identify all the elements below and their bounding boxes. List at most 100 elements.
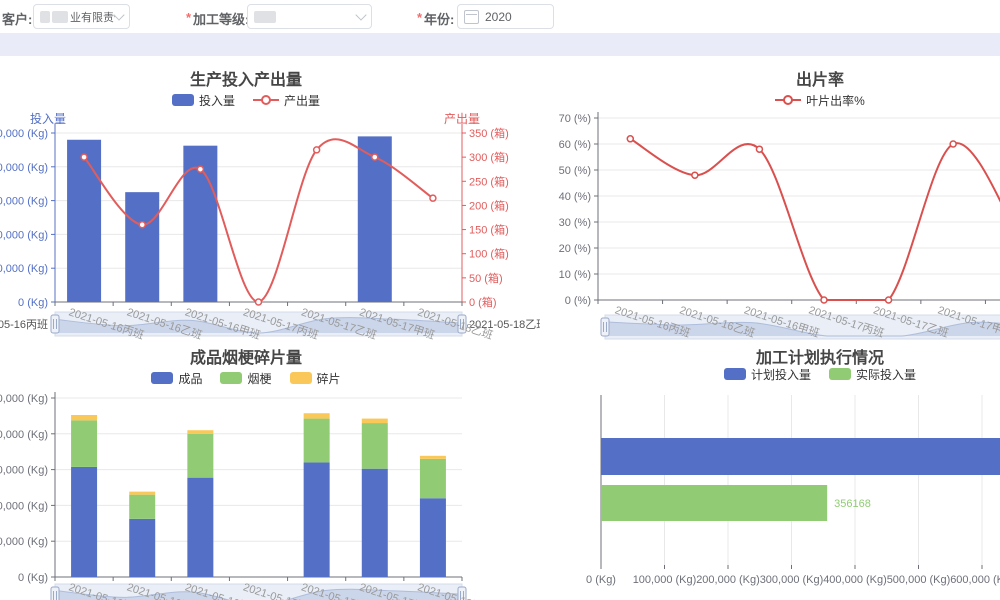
y-left-tick-label: 20,000 (Kg) bbox=[0, 263, 48, 275]
legend-item[interactable]: 实际投入量 bbox=[829, 366, 916, 383]
hbar-actual[interactable] bbox=[601, 485, 827, 521]
datazoom-start-label: 2021-05-16丙班 bbox=[0, 318, 48, 331]
bar-input[interactable] bbox=[125, 192, 159, 302]
legend-line-marker bbox=[775, 94, 801, 106]
line-point[interactable] bbox=[430, 195, 436, 201]
y-right-tick-label: 50 (箱) bbox=[469, 271, 503, 285]
legend-label: 产出量 bbox=[284, 92, 320, 109]
stacked-bar-烟梗[interactable] bbox=[304, 419, 330, 463]
stacked-bar-碎片[interactable] bbox=[129, 492, 155, 495]
line-point[interactable] bbox=[627, 136, 633, 142]
datazoom-handle[interactable] bbox=[51, 315, 59, 333]
chart-yield-rate-canvas[interactable]: 0 (%)10 (%)20 (%)30 (%)40 (%)50 (%)60 (%… bbox=[540, 110, 1000, 350]
stacked-bar-烟梗[interactable] bbox=[71, 420, 97, 467]
legend-line-marker bbox=[253, 94, 279, 106]
legend-label: 叶片出率% bbox=[806, 92, 865, 109]
line-point[interactable] bbox=[81, 154, 87, 160]
stacked-bar-成品[interactable] bbox=[362, 469, 388, 577]
chart-production-canvas[interactable]: 0 (Kg)20,000 (Kg)40,000 (Kg)60,000 (Kg)8… bbox=[0, 110, 540, 345]
y-tick-label: 60,000 (Kg) bbox=[0, 465, 48, 477]
filter-toolbar: 客户: 业有限责任公 * 加工等级: * 年份: 2020 bbox=[0, 0, 1000, 33]
stacked-bar-成品[interactable] bbox=[304, 462, 330, 577]
y-left-tick-label: 0 (Kg) bbox=[18, 297, 48, 309]
stacked-bar-烟梗[interactable] bbox=[129, 495, 155, 519]
legend-plan-exec: 计划投入量 实际投入量 bbox=[620, 366, 1000, 382]
x-tick-label: 0 (Kg) bbox=[586, 574, 616, 586]
stacked-bar-烟梗[interactable] bbox=[420, 459, 446, 498]
line-point[interactable] bbox=[256, 299, 262, 305]
x-tick-label: 200,000 (Kg) bbox=[696, 574, 760, 586]
redacted-text bbox=[254, 11, 276, 23]
customer-select[interactable]: 业有限责任公 bbox=[33, 4, 130, 29]
y-tick-label: 20,000 (Kg) bbox=[0, 536, 48, 548]
stacked-bar-碎片[interactable] bbox=[304, 413, 330, 418]
stacked-bar-烟梗[interactable] bbox=[187, 434, 213, 478]
bar-input[interactable] bbox=[358, 136, 392, 302]
stacked-bar-成品[interactable] bbox=[187, 478, 213, 577]
redacted-text bbox=[52, 11, 68, 23]
line-point[interactable] bbox=[314, 147, 320, 153]
line-point[interactable] bbox=[692, 172, 698, 178]
stacked-bar-成品[interactable] bbox=[129, 519, 155, 577]
legend-bar-marker bbox=[290, 372, 312, 384]
x-tick-label: 300,000 (Kg) bbox=[760, 574, 824, 586]
y-tick-label: 100,000 (Kg) bbox=[0, 393, 48, 405]
legend-stem-scrap: 成品 烟梗 碎片 bbox=[0, 370, 492, 386]
chart-title-plan-exec: 加工计划执行情况 bbox=[620, 344, 1000, 368]
chart-title-production: 生产投入产出量 bbox=[0, 66, 492, 90]
dashboard: 客户: 业有限责任公 * 加工等级: * 年份: 2020 生产投入产出量 出片… bbox=[0, 0, 1000, 600]
line-point[interactable] bbox=[197, 166, 203, 172]
legend-label: 计划投入量 bbox=[751, 366, 811, 383]
hbar-planned[interactable] bbox=[601, 438, 1000, 475]
legend-label: 烟梗 bbox=[247, 370, 271, 387]
bar-input[interactable] bbox=[67, 140, 101, 302]
legend-item[interactable]: 投入量 bbox=[172, 92, 235, 109]
line-point[interactable] bbox=[950, 141, 956, 147]
y-tick-label: 10 (%) bbox=[559, 269, 591, 281]
legend-item[interactable]: 产出量 bbox=[253, 92, 320, 109]
legend-item[interactable]: 成品 bbox=[151, 370, 202, 387]
legend-label: 成品 bbox=[178, 370, 202, 387]
calendar-icon bbox=[464, 10, 479, 24]
stacked-bar-成品[interactable] bbox=[71, 467, 97, 577]
line-point[interactable] bbox=[372, 154, 378, 160]
y-tick-label: 40,000 (Kg) bbox=[0, 500, 48, 512]
line-point[interactable] bbox=[756, 146, 762, 152]
legend-item[interactable]: 计划投入量 bbox=[724, 366, 811, 383]
y-tick-label: 80,000 (Kg) bbox=[0, 429, 48, 441]
chart-title-stem-scrap: 成品烟梗碎片量 bbox=[0, 344, 492, 368]
stacked-bar-烟梗[interactable] bbox=[362, 423, 388, 469]
legend-item[interactable]: 烟梗 bbox=[220, 370, 271, 387]
x-tick-label: 500,000 (Kg) bbox=[887, 574, 951, 586]
stacked-bar-碎片[interactable] bbox=[362, 419, 388, 423]
toolbar-divider-band bbox=[0, 33, 1000, 56]
datazoom-handle[interactable] bbox=[51, 587, 59, 600]
line-point[interactable] bbox=[139, 222, 145, 228]
stacked-bar-碎片[interactable] bbox=[187, 430, 213, 434]
y-tick-label: 30 (%) bbox=[559, 217, 591, 229]
y-right-tick-label: 250 (箱) bbox=[469, 174, 509, 188]
stacked-bar-碎片[interactable] bbox=[420, 456, 446, 459]
legend-yield-rate: 叶片出率% bbox=[620, 92, 1000, 108]
grade-select[interactable] bbox=[247, 4, 372, 29]
x-tick-label: 100,000 (Kg) bbox=[633, 574, 697, 586]
year-input[interactable]: 2020 bbox=[457, 4, 554, 29]
legend-item[interactable]: 叶片出率% bbox=[775, 92, 865, 109]
legend-label: 投入量 bbox=[199, 92, 235, 109]
datazoom-handle[interactable] bbox=[601, 318, 609, 336]
chart-stem-scrap-canvas[interactable]: 0 (Kg)20,000 (Kg)40,000 (Kg)60,000 (Kg)8… bbox=[0, 380, 540, 600]
required-mark: * bbox=[186, 10, 191, 25]
grade-label: 加工等级: bbox=[193, 9, 249, 28]
y-tick-label: 70 (%) bbox=[559, 113, 591, 125]
legend-item[interactable]: 碎片 bbox=[290, 370, 341, 387]
x-tick-label: 600,000 (Kg) bbox=[950, 574, 1000, 586]
legend-bar-marker bbox=[172, 94, 194, 106]
line-point[interactable] bbox=[821, 297, 827, 303]
line-leaf-rate[interactable] bbox=[630, 139, 1000, 300]
stacked-bar-碎片[interactable] bbox=[71, 415, 97, 420]
line-point[interactable] bbox=[886, 297, 892, 303]
year-value: 2020 bbox=[485, 10, 512, 24]
y-left-tick-label: 60,000 (Kg) bbox=[0, 196, 48, 208]
stacked-bar-成品[interactable] bbox=[420, 498, 446, 577]
y-right-tick-label: 150 (箱) bbox=[469, 223, 509, 237]
